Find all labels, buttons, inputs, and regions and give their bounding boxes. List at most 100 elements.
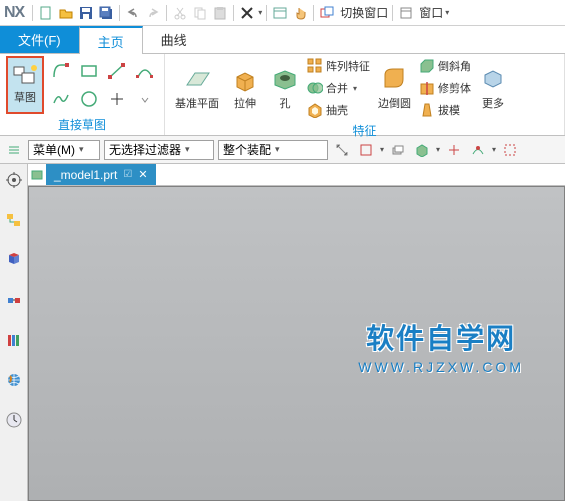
sketch-icon — [12, 65, 38, 87]
redo-icon[interactable] — [144, 4, 162, 22]
more-button[interactable]: 更多 — [475, 65, 511, 111]
undo-icon[interactable] — [124, 4, 142, 22]
ribbon: 草图 直接草图 基准平面 拉伸 — [0, 54, 565, 136]
rectangle-icon[interactable] — [76, 58, 102, 84]
extrude-button[interactable]: 拉伸 — [227, 65, 263, 111]
document-tab[interactable]: _model1.prt ☑ ✕ — [46, 164, 156, 185]
window-icon[interactable] — [397, 4, 415, 22]
window-label[interactable]: 窗口 — [419, 4, 443, 21]
copy-icon[interactable] — [191, 4, 209, 22]
viewport[interactable]: 软件自学网 WWW.RJZXW.COM — [28, 186, 565, 501]
sel-box-icon[interactable] — [500, 140, 520, 160]
ribbon-group-direct-sketch: 草图 直接草图 — [0, 54, 165, 135]
settings-icon[interactable] — [4, 170, 24, 190]
content-area: _model1.prt ☑ ✕ 软件自学网 WWW.RJZXW.COM — [28, 164, 565, 501]
switch-window-icon[interactable] — [318, 4, 336, 22]
edge-blend-button[interactable]: 边倒圆 — [374, 65, 415, 111]
sel-stack-icon[interactable] — [388, 140, 408, 160]
draft-label: 拔模 — [438, 102, 460, 118]
separator — [313, 5, 314, 21]
web-browser-icon[interactable] — [4, 370, 24, 390]
more-label: 更多 — [482, 95, 504, 111]
feature-column-1: 阵列特征 合并▾ 抽壳 — [307, 56, 370, 120]
separator — [233, 5, 234, 21]
shell-icon — [307, 102, 323, 118]
spline-icon[interactable] — [48, 86, 74, 112]
extrude-label: 拉伸 — [234, 95, 256, 111]
group-label-direct-sketch: 直接草图 — [6, 114, 158, 135]
line-icon[interactable] — [104, 58, 130, 84]
properties-icon[interactable] — [271, 4, 289, 22]
pattern-icon — [307, 58, 323, 74]
delete-icon[interactable] — [238, 4, 256, 22]
draft-icon — [419, 102, 435, 118]
chamfer-button[interactable]: 倒斜角 — [419, 56, 471, 76]
tab-home[interactable]: 主页 — [79, 26, 143, 54]
separator — [266, 5, 267, 21]
group-label-feature: 特征 — [171, 120, 558, 141]
assembly-navigator-icon[interactable] — [4, 250, 24, 270]
point-icon[interactable] — [104, 86, 130, 112]
pattern-label: 阵列特征 — [326, 58, 370, 74]
doc-tab-menu-icon[interactable] — [28, 164, 46, 185]
edge-blend-icon — [381, 65, 409, 93]
close-icon[interactable]: ✕ — [138, 168, 147, 181]
profile-curve-icon[interactable] — [48, 58, 74, 84]
shell-button[interactable]: 抽壳 — [307, 100, 370, 120]
new-icon[interactable] — [37, 4, 55, 22]
menu-icon[interactable] — [4, 140, 24, 160]
tab-file[interactable]: 文件(F) — [0, 26, 79, 53]
save-icon[interactable] — [77, 4, 95, 22]
sel-face-icon[interactable] — [412, 140, 432, 160]
assembly-dropdown[interactable]: 整个装配 — [218, 140, 328, 160]
pattern-button[interactable]: 阵列特征 — [307, 56, 370, 76]
trim-body-button[interactable]: 修剪体 — [419, 78, 471, 98]
extrude-icon — [231, 65, 259, 93]
separator — [32, 5, 33, 21]
sel-intent-icon[interactable] — [468, 140, 488, 160]
paste-icon[interactable] — [211, 4, 229, 22]
selection-bar: 菜单(M) 无选择过滤器 整个装配 ▾ ▾ ▾ — [0, 136, 565, 164]
unite-label: 合并 — [326, 80, 348, 96]
circle-icon[interactable] — [76, 86, 102, 112]
trim-body-icon — [419, 80, 435, 96]
open-icon[interactable] — [57, 4, 75, 22]
sel-cross-icon[interactable] — [444, 140, 464, 160]
separator — [166, 5, 167, 21]
menu-dropdown[interactable]: 菜单(M) — [28, 140, 100, 160]
hole-label: 孔 — [280, 95, 291, 111]
curve-dropdown-icon[interactable] — [132, 86, 158, 112]
draft-button[interactable]: 拔模 — [419, 100, 471, 120]
document-tabs: _model1.prt ☑ ✕ — [28, 164, 565, 186]
pin-icon[interactable]: ☑ — [123, 169, 132, 180]
sel-highlight-icon[interactable] — [356, 140, 376, 160]
reuse-library-icon[interactable] — [4, 330, 24, 350]
constraint-navigator-icon[interactable] — [4, 290, 24, 310]
cut-icon[interactable] — [171, 4, 189, 22]
datum-plane-button[interactable]: 基准平面 — [171, 65, 223, 111]
touch-icon[interactable] — [291, 4, 309, 22]
ribbon-tabbar: 文件(F) 主页 曲线 — [0, 26, 565, 54]
filter-dropdown[interactable]: 无选择过滤器 — [104, 140, 214, 160]
datum-plane-label: 基准平面 — [175, 95, 219, 111]
separator — [392, 5, 393, 21]
curve-tool-grid — [48, 58, 158, 112]
more-icon — [479, 65, 507, 93]
tab-curve[interactable]: 曲线 — [143, 26, 205, 53]
switch-window-label[interactable]: 切换窗口 — [340, 4, 388, 21]
shell-label: 抽壳 — [326, 102, 348, 118]
separator — [119, 5, 120, 21]
unite-button[interactable]: 合并▾ — [307, 78, 370, 98]
part-navigator-icon[interactable] — [4, 210, 24, 230]
arc-icon[interactable] — [132, 58, 158, 84]
hole-button[interactable]: 孔 — [267, 65, 303, 111]
save-all-icon[interactable] — [97, 4, 115, 22]
watermark-sub: WWW.RJZXW.COM — [358, 359, 524, 375]
sketch-button[interactable]: 草图 — [6, 56, 44, 114]
history-icon[interactable] — [4, 410, 24, 430]
nx-logo: NX — [4, 4, 24, 22]
feature-column-2: 倒斜角 修剪体 拔模 — [419, 56, 471, 120]
unite-icon — [307, 80, 323, 96]
ribbon-group-feature: 基准平面 拉伸 孔 阵列特征 合并▾ — [165, 54, 565, 135]
sel-scope-icon[interactable] — [332, 140, 352, 160]
